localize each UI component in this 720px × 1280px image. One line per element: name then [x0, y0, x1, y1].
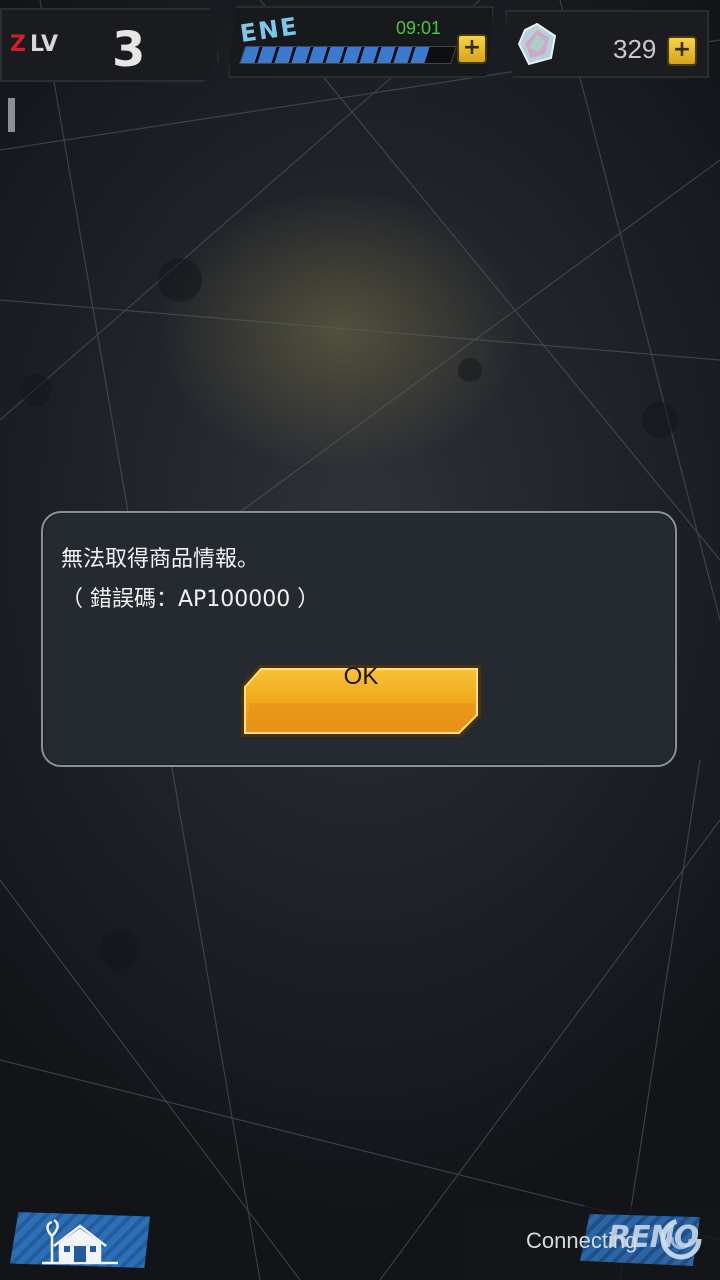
error-message: 無法取得商品情報。 — [61, 547, 260, 572]
side-menu-handle[interactable] — [8, 98, 15, 132]
level-lv-text: LV — [29, 32, 58, 57]
energy-panel: ENE 09:01 — [228, 6, 494, 78]
error-code: （ 錯誤碼：AP100000 ） — [61, 587, 320, 612]
loading-spinner-icon — [660, 1218, 702, 1260]
ok-button-label: OK — [343, 663, 379, 690]
energy-bar-fill — [240, 47, 431, 63]
gem-icon — [517, 22, 557, 66]
connecting-text: Connecting — [526, 1228, 638, 1253]
add-gems-button[interactable]: + — [667, 36, 697, 66]
level-label: Z LV — [10, 32, 58, 57]
add-energy-button[interactable]: + — [457, 34, 487, 64]
energy-timer: 09:01 — [396, 18, 442, 38]
home-icon — [42, 1218, 118, 1265]
player-level-panel: Z LV 3 — [0, 8, 219, 82]
gem-count: 329 — [613, 34, 657, 64]
home-button[interactable] — [10, 1212, 150, 1268]
ok-button[interactable]: OK — [239, 663, 483, 739]
error-dialog: 無法取得商品情報。 （ 錯誤碼：AP100000 ） OK — [41, 511, 677, 767]
level-value: 3 — [112, 22, 146, 78]
energy-bar — [239, 46, 457, 64]
energy-label: ENE — [238, 12, 301, 48]
level-z-mark: Z — [10, 32, 26, 57]
